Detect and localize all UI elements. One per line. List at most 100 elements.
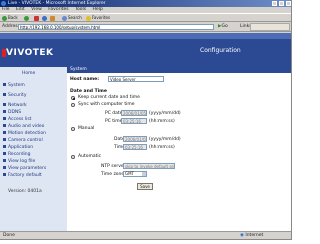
minimize-button[interactable] [272,1,277,6]
configuration-title: Configuration [200,47,241,54]
ntp-server-label: NTP server [101,164,126,169]
maximize-button[interactable] [279,1,284,6]
menu-tools[interactable]: Tools [75,7,86,12]
bullet-icon [3,117,6,120]
bullet-icon [3,93,6,96]
search-button[interactable]: Search [62,15,82,21]
bullet-icon [3,110,6,113]
close-button[interactable] [286,1,291,6]
manual-radio[interactable] [71,127,75,131]
back-button[interactable]: Back [2,15,18,21]
sidebar-item-security[interactable]: Security [3,93,26,98]
browser-window: Live - VIVOTEK - Microsoft Internet Expl… [0,0,292,240]
time-input[interactable] [123,144,147,150]
pc-time-hint: (hh:mm:ss) [149,119,175,124]
menu-view[interactable]: View [31,7,42,12]
go-label: Go [221,24,228,29]
favorites-star-icon [86,15,91,21]
status-bar: Done ◉ Internet [0,231,291,239]
vivotek-logo[interactable]: VIVOTEK [6,48,54,58]
date-input[interactable] [123,136,147,142]
refresh-button[interactable] [42,15,48,21]
stop-icon [34,15,39,21]
header-banner: VIVOTEK Configuration [0,33,291,67]
host-name-input[interactable] [108,76,164,82]
globe-icon: ◉ [240,233,244,238]
home-button[interactable] [50,15,56,21]
menu-edit[interactable]: Edit [16,7,25,12]
time-hint: (hh:mm:ss) [149,145,175,150]
sidebar-item-ddns[interactable]: DDNS [3,110,21,115]
section-title: System [70,67,87,72]
menu-favorites[interactable]: Favorites [48,7,68,12]
sidebar: Home System Security Network DDNS Access… [0,67,67,231]
sidebar-item-camera-control[interactable]: Camera control [3,138,43,143]
bullet-icon [3,131,6,134]
keep-current-radio[interactable] [71,96,75,100]
forward-arrow-icon [24,15,29,21]
refresh-icon [42,15,47,21]
title-bar: Live - VIVOTEK - Microsoft Internet Expl… [0,0,291,7]
window-title: Live - VIVOTEK - Microsoft Internet Expl… [8,1,106,6]
sidebar-item-system[interactable]: System [3,83,25,88]
go-button[interactable]: ▶Go [218,24,228,30]
toolbar: Back Search Favorites [0,13,291,22]
sidebar-item-view-log[interactable]: View log file [3,159,35,164]
zone-label: Internet [245,233,264,238]
home-icon [50,15,55,21]
pc-time-input[interactable] [121,118,147,124]
banner-stripe [0,33,291,39]
address-bar: Address ▶Go Links [0,22,291,32]
address-input[interactable] [18,24,214,30]
sync-computer-radio[interactable] [71,103,75,107]
sidebar-item-access-list[interactable]: Access list [3,117,31,122]
pc-date-hint: (yyyy/mm/dd) [149,111,181,116]
bullet-icon [3,173,6,176]
stop-button[interactable] [34,15,40,21]
favorites-label: Favorites [92,15,111,20]
back-arrow-icon [2,15,7,21]
sidebar-item-application[interactable]: Application [3,145,33,150]
date-hint: (yyyy/mm/dd) [149,137,181,142]
status-text: Done [3,233,15,238]
pc-time-label: PC time [105,119,123,124]
bullet-icon [3,166,6,169]
sidebar-item-factory-default[interactable]: Factory default [3,173,42,178]
back-label: Back [8,15,18,20]
page-viewport: VIVOTEK Configuration Home System Securi… [0,33,291,231]
date-time-heading: Date and Time [70,89,107,94]
sidebar-item-motion-detection[interactable]: Motion detection [3,131,46,136]
version-label: Version: 0401a [8,189,42,194]
automatic-radio[interactable] [71,155,75,159]
ie-logo-icon [1,1,6,6]
bullet-icon [3,138,6,141]
pc-date-input[interactable] [121,110,147,116]
menu-help[interactable]: Help [93,7,103,12]
sidebar-item-home[interactable]: Home [22,71,35,76]
search-label: Search [68,15,82,20]
time-zone-label: Time zone [101,172,125,177]
sidebar-item-network[interactable]: Network [3,103,27,108]
favorites-button[interactable]: Favorites [86,15,110,21]
forward-button[interactable] [24,15,30,21]
ntp-server-input[interactable] [123,163,175,169]
save-label: Save [140,184,150,189]
bullet-icon [3,124,6,127]
bullet-icon [3,103,6,106]
bullet-icon [3,145,6,148]
sidebar-item-audio-video[interactable]: Audio and video [3,124,44,129]
bullet-icon [3,152,6,155]
links-toolbar[interactable] [250,23,290,31]
search-icon [62,15,67,21]
sidebar-item-recording[interactable]: Recording [3,152,31,157]
menu-file[interactable]: File [2,7,10,12]
time-zone-select[interactable]: GMT [123,171,147,177]
security-zone: ◉ Internet [240,232,264,239]
sidebar-item-view-parameters[interactable]: View parameters [3,166,46,171]
time-zone-value: GMT [125,171,134,176]
save-button[interactable]: Save [137,183,153,190]
section-header: System [67,67,291,73]
automatic-label: Automatic [78,154,102,159]
bullet-icon [3,83,6,86]
sync-computer-label: Sync with computer time [78,102,135,107]
